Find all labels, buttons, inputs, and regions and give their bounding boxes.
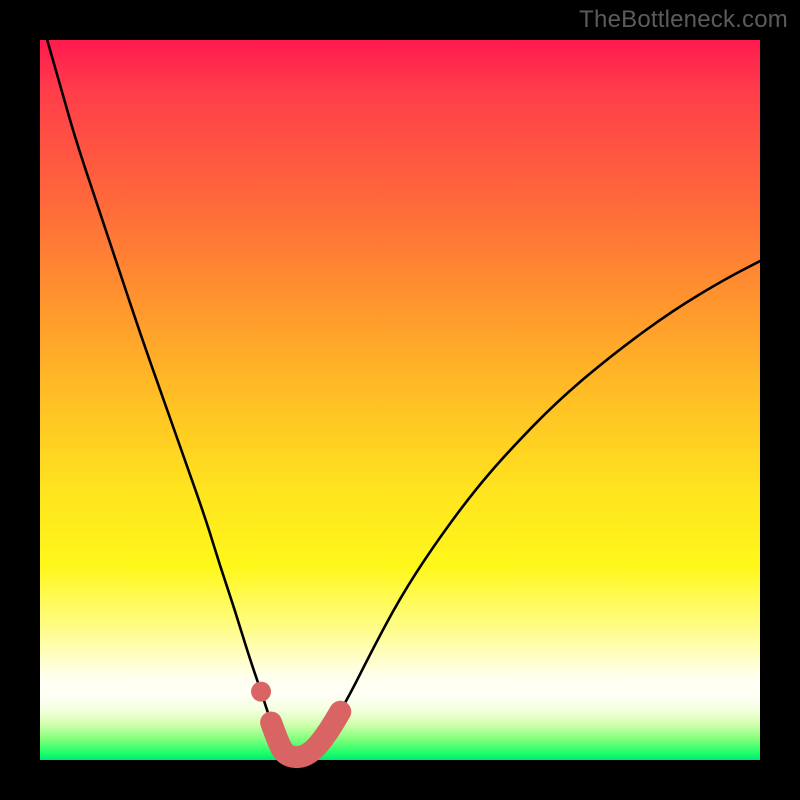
highlight-arc bbox=[271, 712, 340, 757]
watermark-text: TheBottleneck.com bbox=[579, 6, 788, 34]
chart-svg bbox=[40, 40, 760, 760]
bottleneck-curve bbox=[47, 40, 760, 757]
chart-frame: TheBottleneck.com bbox=[0, 0, 800, 800]
highlight-dot bbox=[251, 682, 271, 702]
